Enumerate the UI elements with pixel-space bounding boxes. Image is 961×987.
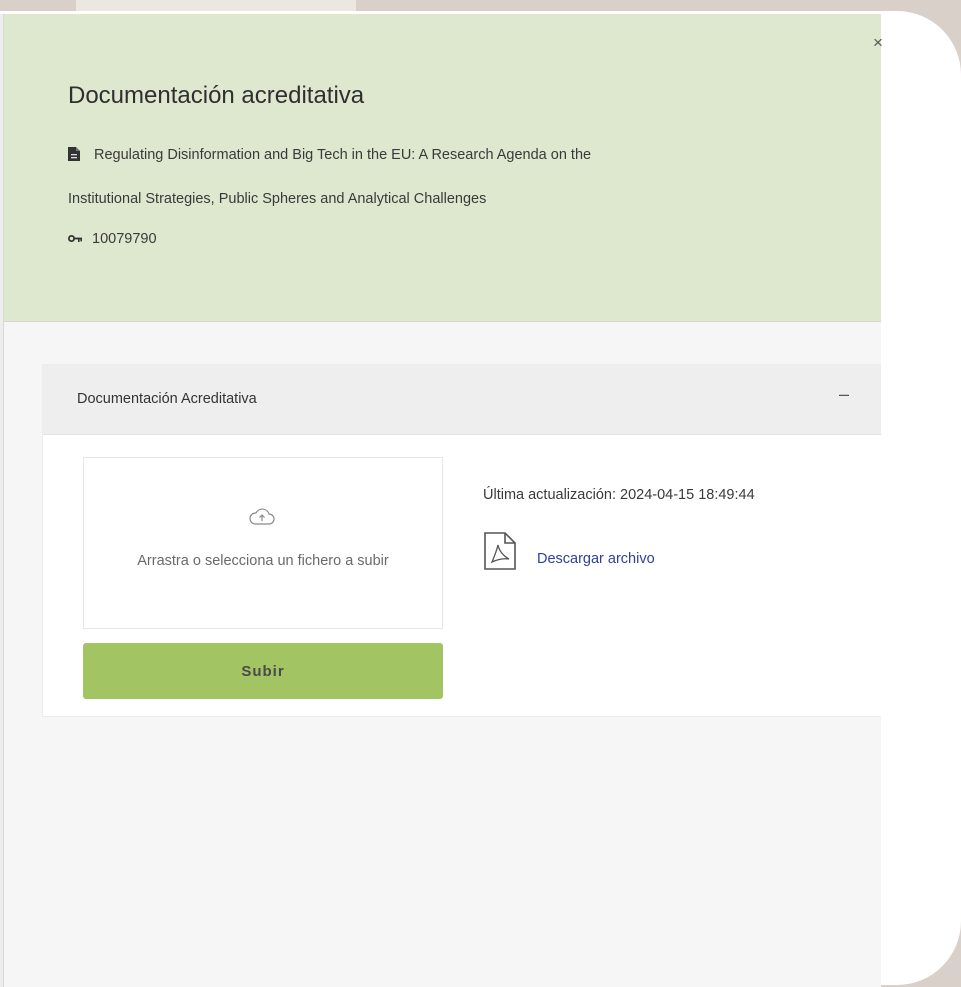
publication-id: 10079790 bbox=[68, 231, 157, 247]
upload-cloud-icon bbox=[249, 508, 275, 531]
panel-title: Documentación Acreditativa bbox=[77, 391, 257, 407]
document-icon bbox=[68, 147, 80, 165]
key-icon bbox=[68, 231, 82, 247]
pdf-file-icon[interactable] bbox=[483, 531, 519, 576]
documentation-panel: Documentación Acreditativa – Arrastra o … bbox=[42, 364, 881, 717]
document-modal: Documentación acreditativa Regulating Di… bbox=[4, 14, 883, 987]
modal-header: Documentación acreditativa Regulating Di… bbox=[4, 14, 881, 322]
publication-title-line-2: Institutional Strategies, Public Spheres… bbox=[68, 191, 487, 207]
upload-button[interactable]: Subir bbox=[83, 643, 443, 699]
download-file-link[interactable]: Descargar archivo bbox=[537, 551, 655, 567]
close-icon[interactable]: × bbox=[873, 34, 883, 51]
publication-title-line-1: Regulating Disinformation and Big Tech i… bbox=[68, 147, 591, 165]
last-update-text: Última actualización: 2024-04-15 18:49:4… bbox=[483, 487, 755, 503]
panel-header[interactable]: Documentación Acreditativa – bbox=[43, 365, 881, 435]
dropzone-text: Arrastra o selecciona un fichero a subir bbox=[137, 553, 389, 569]
collapse-button[interactable]: – bbox=[839, 385, 849, 403]
publication-title-text-1: Regulating Disinformation and Big Tech i… bbox=[94, 147, 592, 163]
modal-title: Documentación acreditativa bbox=[68, 82, 365, 109]
publication-id-value: 10079790 bbox=[92, 231, 157, 247]
file-dropzone[interactable]: Arrastra o selecciona un fichero a subir bbox=[83, 457, 443, 629]
